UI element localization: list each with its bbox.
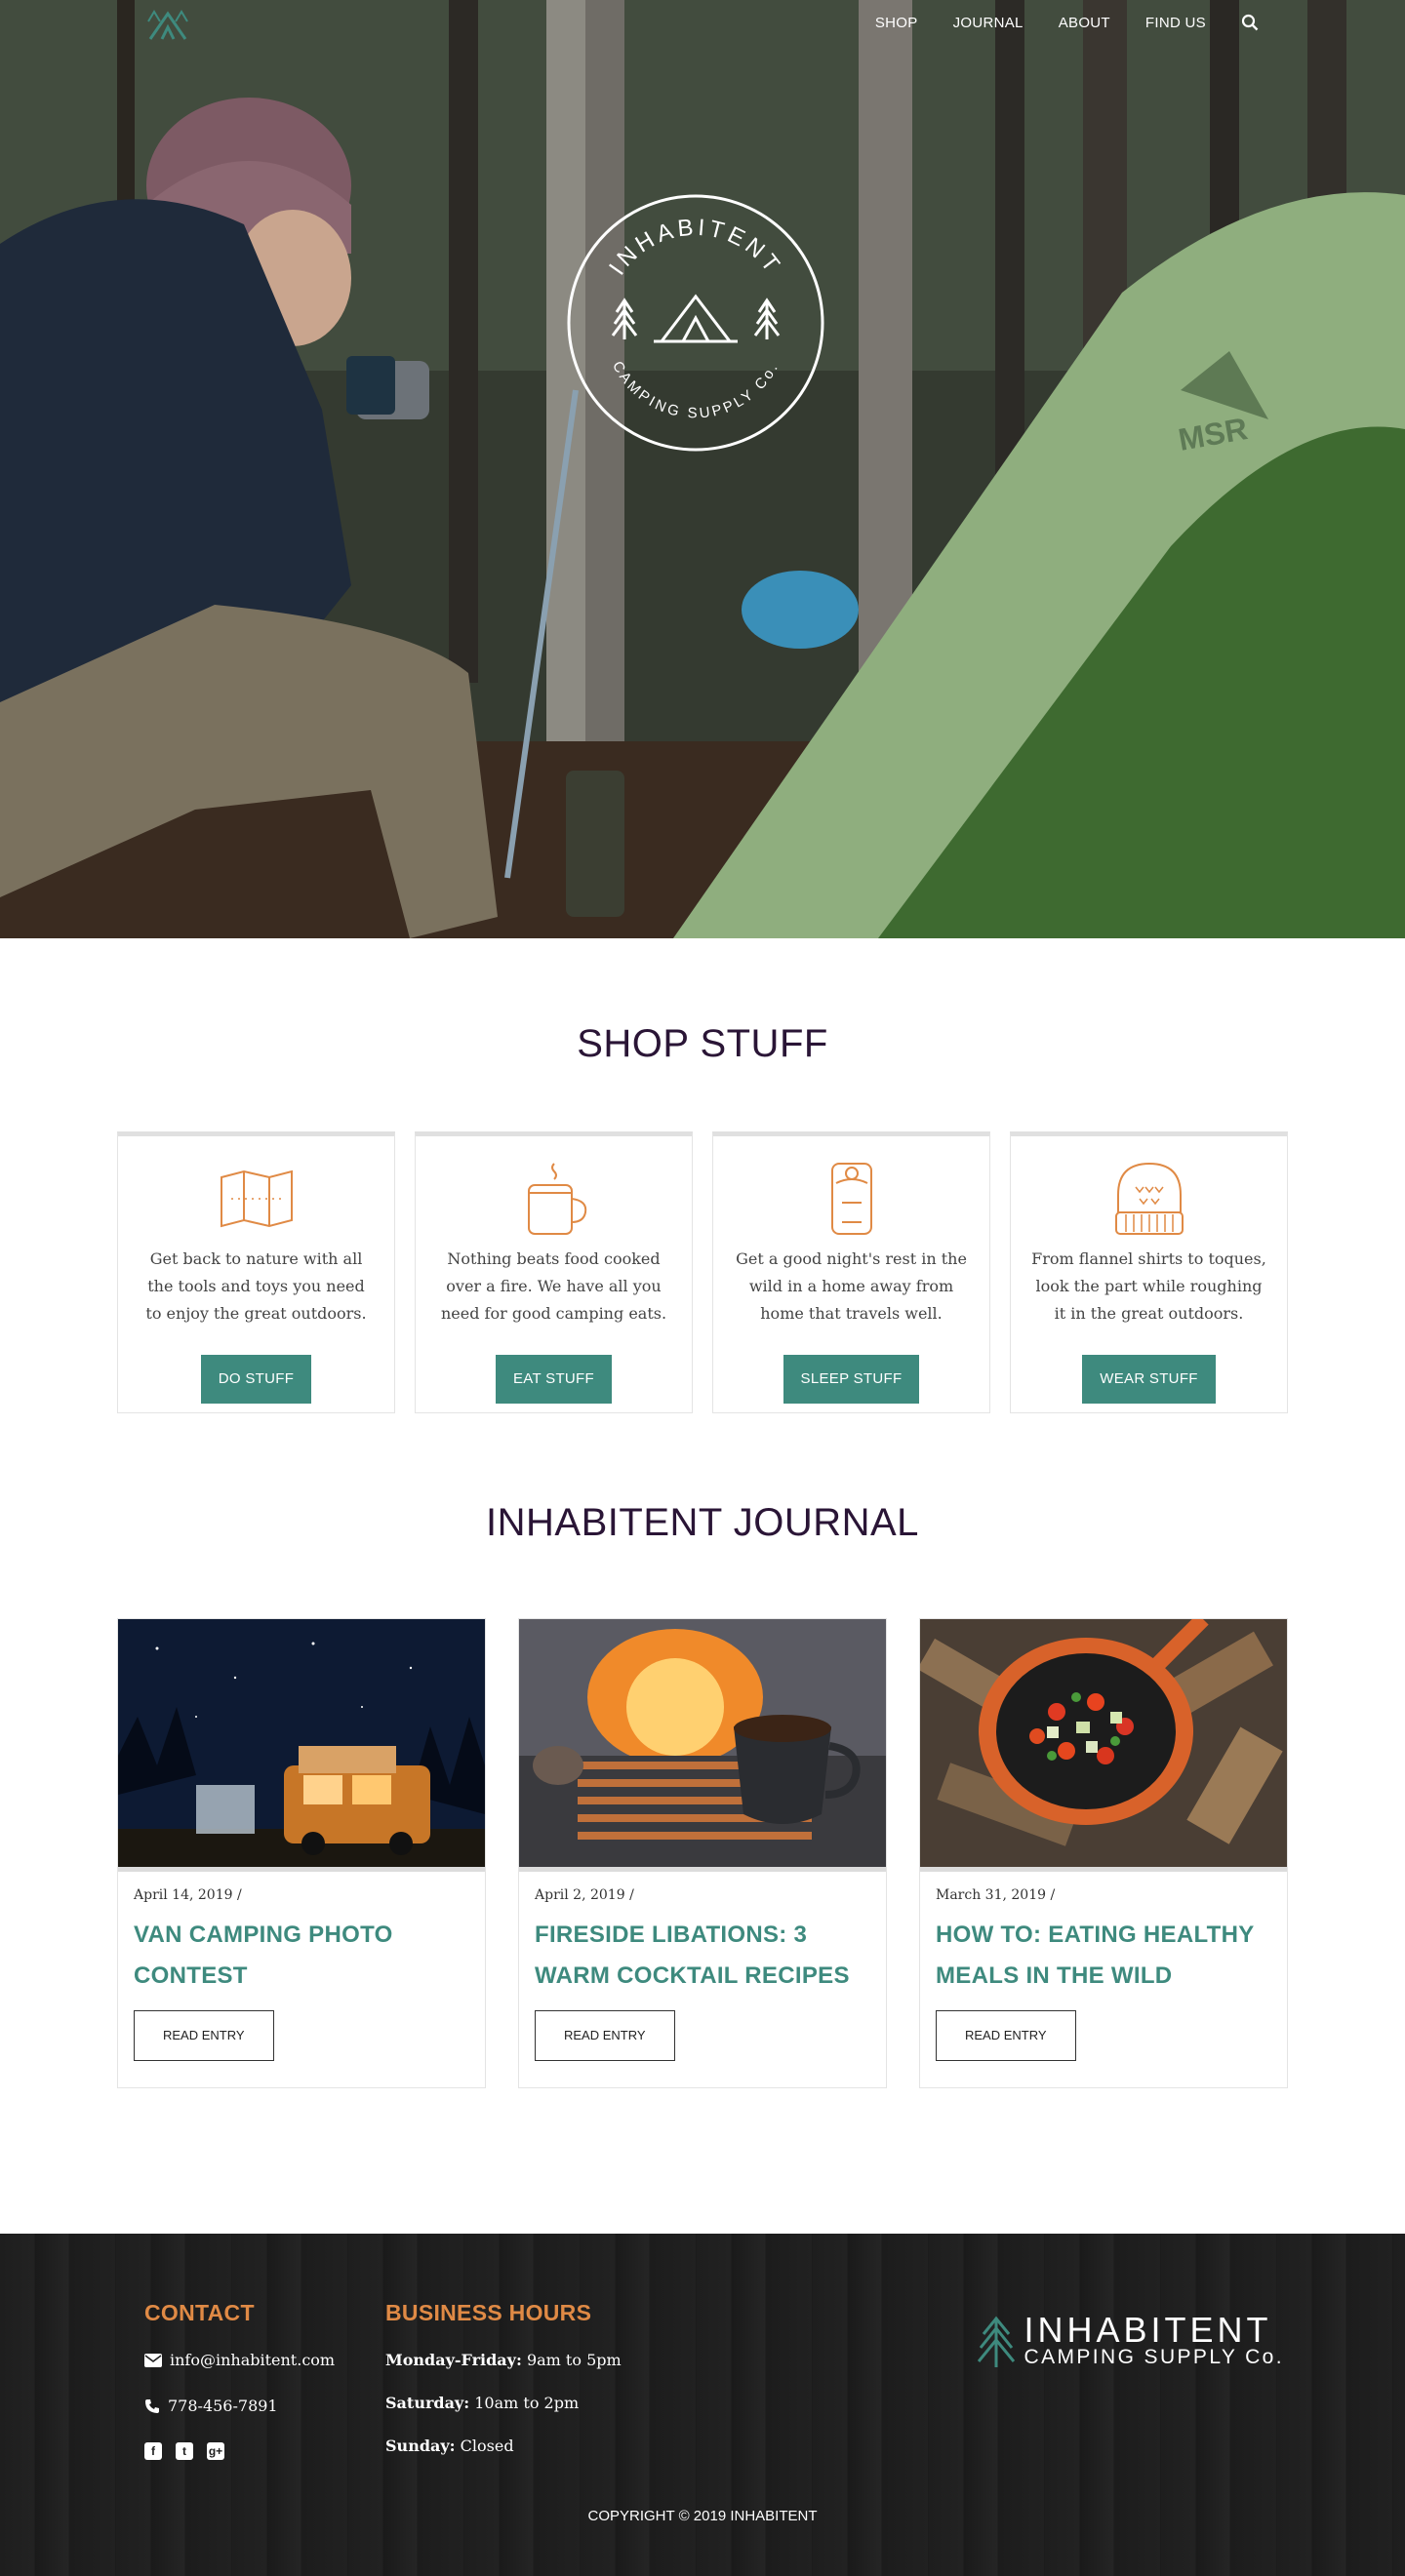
brand-subtitle: CAMPING SUPPLY Co. <box>1024 2346 1284 2368</box>
journal-post-grid: April 14, 2019 / VAN CAMPING PHOTO CONTE… <box>117 1618 1405 2088</box>
sleeping-bag-icon <box>830 1163 872 1235</box>
hours-day: Monday-Friday: <box>385 2351 522 2369</box>
post-date: March 31, 2019 <box>936 1887 1047 1903</box>
van-camping-photo[interactable] <box>118 1619 485 1872</box>
shop-card-do: Get back to nature with all the tools an… <box>117 1131 395 1413</box>
shop-card-eat: Nothing beats food cooked over a fire. W… <box>415 1131 693 1413</box>
nav-about-link[interactable]: ABOUT <box>1059 15 1110 31</box>
hours-line: Monday-Friday: 9am to 5pm <box>385 2351 622 2394</box>
hours-line: Saturday: 10am to 2pm <box>385 2394 622 2437</box>
shop-card-text: Get a good night's rest in the wild in a… <box>736 1249 967 1323</box>
fireside-libations-photo[interactable] <box>519 1619 886 1872</box>
pine-tree-icon <box>977 2316 1015 2367</box>
nav-journal-link[interactable]: JOURNAL <box>953 15 1024 31</box>
post-title-link[interactable]: FIRESIDE LIBATIONS: 3 WARM COCKTAIL RECI… <box>535 1915 870 1997</box>
journal-section-title: INHABITENT JOURNAL <box>486 1501 919 1544</box>
business-hours-heading: BUSINESS HOURS <box>385 2300 592 2325</box>
envelope-icon <box>144 2353 162 2367</box>
hours-line: Sunday: Closed <box>385 2437 622 2479</box>
tent-logo-icon[interactable] <box>146 8 189 43</box>
brand-name: INHABITENT <box>1024 2310 1272 2350</box>
shop-section: SHOP STUFF Get back to nature with all t… <box>0 938 1405 1413</box>
hours-day: Sunday: <box>385 2437 456 2455</box>
shop-card-text: Nothing beats food cooked over a fire. W… <box>440 1249 667 1323</box>
nav-find-us-link[interactable]: FIND US <box>1145 15 1206 31</box>
post-title-link[interactable]: HOW TO: EATING HEALTHY MEALS IN THE WILD <box>936 1915 1271 1997</box>
shop-section-title: SHOP STUFF <box>577 1022 828 1065</box>
toque-icon <box>1114 1162 1184 1235</box>
post-date: April 2, 2019 <box>535 1887 625 1903</box>
hours-time: 9am to 5pm <box>526 2351 622 2369</box>
facebook-icon[interactable]: f <box>144 2442 162 2460</box>
twitter-icon[interactable]: t <box>176 2442 193 2460</box>
svg-text:INHABITENT: INHABITENT <box>604 215 786 281</box>
badge-top-text: INHABITENT <box>604 215 783 281</box>
contact-heading: CONTACT <box>144 2300 255 2325</box>
search-icon[interactable] <box>1241 14 1259 31</box>
copyright-text: COPYRIGHT © 2019 INHABITENT <box>587 2508 818 2524</box>
contact-email-link[interactable]: info@inhabitent.com <box>170 2351 335 2369</box>
read-entry-button[interactable]: READ ENTRY <box>134 2010 274 2061</box>
google-plus-icon[interactable]: g+ <box>207 2442 224 2460</box>
post-date-separator: / <box>1050 1887 1056 1903</box>
journal-post-card: April 14, 2019 / VAN CAMPING PHOTO CONTE… <box>117 1618 486 2088</box>
post-title-link[interactable]: VAN CAMPING PHOTO CONTEST <box>134 1915 469 1997</box>
read-entry-button[interactable]: READ ENTRY <box>535 2010 675 2061</box>
journal-post-card: April 2, 2019 / FIRESIDE LIBATIONS: 3 WA… <box>518 1618 887 2088</box>
main-nav: SHOP JOURNAL ABOUT FIND US <box>875 14 1259 31</box>
shop-card-grid: Get back to nature with all the tools an… <box>117 1131 1288 1413</box>
svg-text:CAMPING SUPPLY Co.: CAMPING SUPPLY Co. <box>609 359 783 422</box>
shop-card-sleep: Get a good night's rest in the wild in a… <box>712 1131 990 1413</box>
map-icon <box>220 1169 293 1228</box>
read-entry-button[interactable]: READ ENTRY <box>936 2010 1076 2061</box>
post-date-separator: / <box>236 1887 242 1903</box>
shop-card-text: Get back to nature with all the tools an… <box>145 1249 367 1323</box>
hours-day: Saturday: <box>385 2394 470 2412</box>
mug-icon <box>527 1163 586 1235</box>
footer-brand-logo: INHABITENT CAMPING SUPPLY Co. <box>977 2310 1285 2368</box>
hero-section: MSR SHOP JOURNAL ABOUT FIND US INHABITEN… <box>0 0 1405 938</box>
phone-icon <box>145 2398 159 2413</box>
hero-badge-logo: INHABITENT CAMPING SUPPLY Co. <box>567 194 824 452</box>
social-links: f t g+ <box>144 2442 335 2460</box>
shop-card-text: From flannel shirts to toques, look the … <box>1031 1249 1266 1323</box>
badge-bottom-text: CAMPING SUPPLY Co. <box>609 359 780 422</box>
post-date-separator: / <box>629 1887 634 1903</box>
footer-hours: BUSINESS HOURS Monday-Friday: 9am to 5pm… <box>385 2300 622 2479</box>
healthy-meals-photo[interactable] <box>920 1619 1287 1872</box>
site-footer: CONTACT info@inhabitent.com 778-456-7891… <box>0 2234 1405 2576</box>
contact-phone-link[interactable]: 778-456-7891 <box>168 2397 278 2415</box>
nav-shop-link[interactable]: SHOP <box>875 15 918 31</box>
hours-time: 10am to 2pm <box>474 2394 580 2412</box>
journal-post-card: March 31, 2019 / HOW TO: EATING HEALTHY … <box>919 1618 1288 2088</box>
hero-photo: MSR <box>0 0 1405 938</box>
post-date: April 14, 2019 <box>134 1887 233 1903</box>
shop-card-wear: From flannel shirts to toques, look the … <box>1010 1131 1288 1413</box>
footer-contact: CONTACT info@inhabitent.com 778-456-7891… <box>144 2300 335 2460</box>
hours-time: Closed <box>460 2437 514 2455</box>
journal-section: INHABITENT JOURNAL April 14, 2019 / VAN … <box>0 1395 1405 2088</box>
